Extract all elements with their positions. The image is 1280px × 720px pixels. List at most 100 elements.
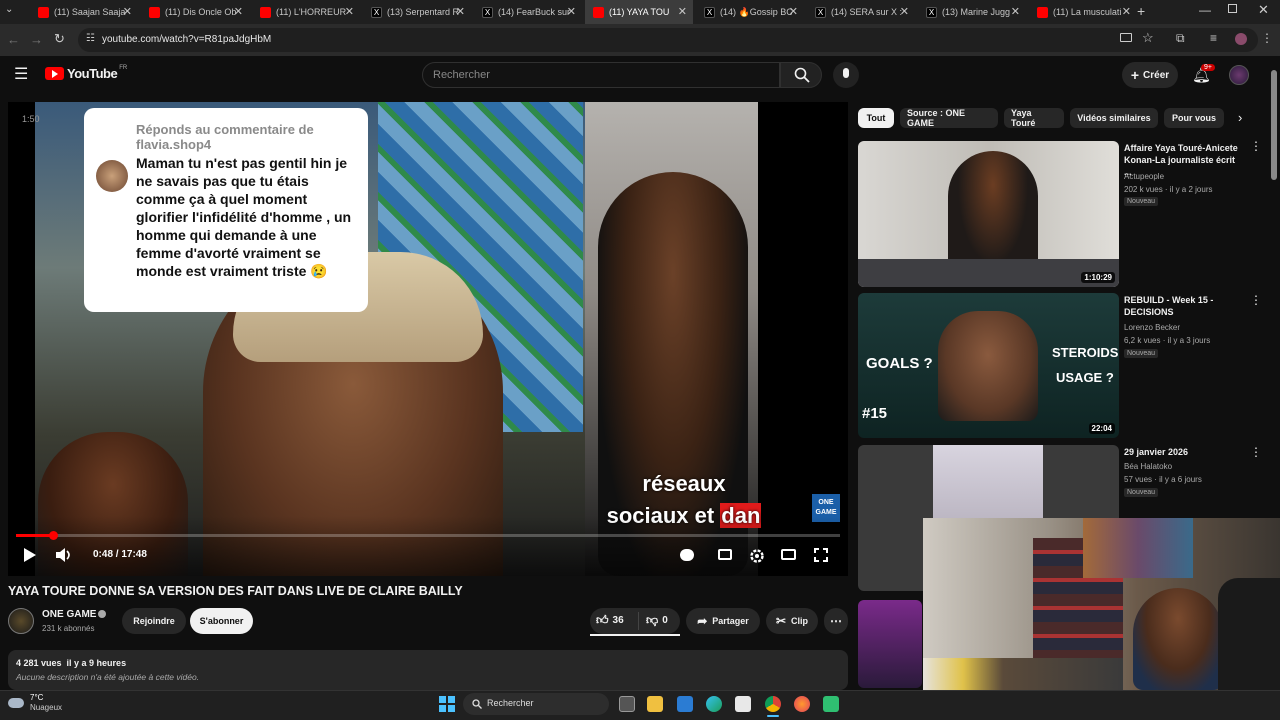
volume-icon[interactable] [55,547,73,563]
filter-chip[interactable]: Vidéos similaires [1070,108,1158,128]
rec-menu-icon-3[interactable]: ⋮ [1250,446,1262,458]
browser-menu-icon[interactable]: ⋮ [1261,31,1273,45]
create-button[interactable]: + Créer [1122,62,1178,88]
play-button[interactable] [24,548,36,562]
dislike-button[interactable]: 👎︎ 0 [646,613,668,628]
video-player[interactable]: Réponds au commentaire de flavia.shop4 M… [8,102,848,576]
browser-tab[interactable]: (11) La musculati ✕ [1029,0,1137,24]
filter-chip[interactable]: Source : ONE GAME [900,108,998,128]
tab-search-chevron-icon[interactable]: ⌄ [5,4,13,15]
share-button[interactable]: ➦ Partager [686,608,760,634]
filter-chip[interactable]: Pour vous [1164,108,1224,128]
taskbar-search-label: Rechercher [487,698,534,708]
close-window-icon[interactable]: ✕ [1258,2,1269,18]
browser-tab[interactable]: X (14) SERA sur X : ✕ [807,0,915,24]
forward-icon[interactable]: → [30,32,43,47]
rec-meta-2: 6,2 k vues · il y a 3 jours [1124,336,1211,345]
search-button[interactable] [780,62,822,88]
autoplay-toggle-icon[interactable] [680,549,694,561]
notifications-button[interactable]: 🔔︎ 9+ [1192,64,1215,85]
subtitles-button-icon[interactable] [718,549,732,560]
browser-tab[interactable]: (11) L'HORREUR D ✕ [252,0,360,24]
bookmark-star-icon[interactable]: ☆ [1142,30,1154,46]
tab-close-icon[interactable]: ✕ [456,5,465,18]
tab-close-icon[interactable]: ✕ [900,5,909,18]
filter-chip[interactable]: Tout [858,108,894,128]
channel-avatar[interactable] [8,608,34,634]
browser-tab[interactable]: X (13) Serpentard R ✕ [363,0,471,24]
browser-tab[interactable]: (11) YAYA TOU ✕ [585,0,693,24]
address-bar[interactable]: ☷ youtube.com/watch?v=R81paJdgHbM [78,28,1258,52]
rec-thumbnail-4[interactable] [858,600,922,688]
tab-close-icon[interactable]: ✕ [234,5,243,18]
tab-close-icon[interactable]: ✕ [345,5,354,18]
back-icon[interactable]: ← [7,32,20,47]
tab-close-icon[interactable]: ✕ [678,5,687,18]
task-view-icon[interactable] [619,696,635,712]
progress-played [16,534,54,537]
clip-button[interactable]: ✂ Clip [766,608,818,634]
youtube-logo[interactable]: YouTube FR [45,65,127,81]
ms-store-bag-icon[interactable] [735,696,751,712]
rec-thumbnail-1[interactable]: 1:10:29 [858,141,1119,287]
profile-icon[interactable] [1235,33,1247,45]
rec-title-3[interactable]: 29 janvier 2026 [1124,446,1244,458]
install-app-icon[interactable] [1120,33,1132,42]
filter-chip[interactable]: Yaya Touré [1004,108,1064,128]
extensions-icon[interactable]: ⧉ [1176,31,1185,46]
edge-icon[interactable] [706,696,722,712]
join-button[interactable]: Rejoindre [122,608,186,634]
channel-name[interactable]: ONE GAME [42,609,96,620]
start-button[interactable] [439,696,455,712]
hamburger-menu-icon[interactable]: ☰ [14,64,28,84]
description-box[interactable] [8,650,848,690]
fullscreen-icon[interactable] [814,548,828,562]
theater-mode-icon[interactable] [781,549,796,560]
search-input[interactable]: Rechercher [422,62,780,88]
green-app-icon[interactable] [823,696,839,712]
browser-tab[interactable]: (11) Dis Oncle Ob ✕ [141,0,249,24]
firefox-icon[interactable] [794,696,810,712]
store-icon[interactable] [677,696,693,712]
rec-menu-icon-1[interactable]: ⋮ [1250,140,1262,152]
minimize-icon[interactable]: — [1199,3,1211,17]
browser-tab[interactable]: X (13) Marine Jugg ✕ [918,0,1026,24]
account-avatar[interactable] [1229,65,1249,85]
tab-close-icon[interactable]: ✕ [123,5,132,18]
chrome-icon[interactable] [765,696,781,712]
like-button[interactable]: 👍︎ 36 [596,613,624,628]
progress-bar[interactable] [16,531,840,540]
file-explorer-icon[interactable] [647,696,663,712]
subscribe-button[interactable]: S'abonner [190,608,253,634]
page-scrollbar-thumb[interactable] [1271,70,1277,180]
more-actions-button[interactable]: ⋯ [824,608,848,634]
media-controls-icon[interactable]: ≡ [1210,31,1217,45]
maximize-icon[interactable] [1228,4,1237,13]
taskbar-search[interactable]: Rechercher [463,693,609,715]
tab-title: (11) Dis Oncle Ob [165,7,237,17]
browser-tab[interactable]: (11) Saajan Saajan ✕ [30,0,138,24]
voice-search-button[interactable] [833,62,859,88]
rec-badge-1: Nouveau [1124,197,1159,206]
chips-next-chevron-icon[interactable]: › [1238,110,1242,125]
tab-close-icon[interactable]: ✕ [1122,5,1131,18]
tab-close-icon[interactable]: ✕ [789,5,798,18]
settings-gear-icon[interactable] [749,548,765,564]
progress-scrubber-handle[interactable] [49,531,59,540]
new-tab-button[interactable]: + [1137,3,1145,19]
tab-close-icon[interactable]: ✕ [567,5,576,18]
browser-tab[interactable]: X (14) 🔥Gossip BC ✕ [696,0,804,24]
webcam-posters [1083,518,1193,578]
reload-icon[interactable]: ↻ [54,31,65,47]
tab-close-icon[interactable]: ✕ [1011,5,1020,18]
rec-channel-3[interactable]: Béa Halatoko [1124,461,1172,472]
rec-channel-1[interactable]: Actupeople [1124,171,1164,182]
weather-widget[interactable]: 7°C Nuageux [8,693,62,713]
rec-menu-icon-2[interactable]: ⋮ [1250,294,1262,306]
rec-channel-2[interactable]: Lorenzo Becker [1124,322,1180,333]
rec-thumbnail-2[interactable]: GOALS ? STEROIDS USAGE ? #15 22:04 [858,293,1119,438]
verified-check-icon [98,610,106,618]
site-info-icon[interactable]: ☷ [86,33,95,44]
browser-tab[interactable]: X (14) FearBuck sur ✕ [474,0,582,24]
rec-title-2[interactable]: REBUILD - Week 15 - DECISIONS [1124,294,1244,318]
